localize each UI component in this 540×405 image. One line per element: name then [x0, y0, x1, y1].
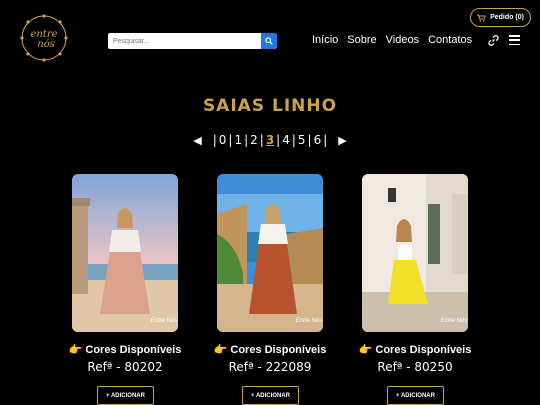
search-button[interactable] [261, 33, 277, 49]
add-to-order-button-1[interactable]: + ADICIONAR [97, 386, 154, 405]
page-title: SAIAS LINHO [202, 96, 338, 116]
product-ref-3: Refª - 80250 [377, 360, 453, 374]
cart-icon [477, 14, 486, 22]
page-link-1[interactable]: 1 [234, 133, 242, 147]
order-button-label: Pedido (0) [490, 14, 524, 21]
product-watermark-3: Entre Nós [441, 318, 468, 324]
hamburger-menu-icon[interactable] [509, 35, 520, 45]
nav-link-videos[interactable]: Videos [386, 34, 419, 46]
product-colors-label-2: 👉 Cores Disponíveis [213, 344, 327, 356]
page-link-5[interactable]: 5 [298, 133, 306, 147]
search-icon [265, 37, 273, 45]
nav-link-contatos[interactable]: Contatos [428, 34, 472, 46]
brand-logo[interactable]: entre nós [18, 12, 70, 64]
product-colors-label-3: 👉 Cores Disponíveis [358, 344, 472, 356]
nav-link-inicio[interactable]: Início [312, 34, 338, 46]
product-colors-label-1: 👉 Cores Disponíveis [68, 344, 182, 356]
product-image-1[interactable]: Entre Nós [72, 174, 178, 332]
pagination-separator: | [228, 133, 233, 147]
page-link-2[interactable]: 2 [250, 133, 258, 147]
pagination-separator: | [244, 133, 249, 147]
add-to-order-button-3[interactable]: + ADICIONAR [387, 386, 444, 405]
next-page-arrow-icon[interactable]: ▶ [338, 134, 346, 147]
main-nav: Início Sobre Videos Contatos [312, 34, 472, 46]
pagination: ◀ | 0 | 1 | 2 | 3 | 4 | 5 | 6 | ▶ [0, 133, 540, 147]
page-link-6[interactable]: 6 [314, 133, 322, 147]
page-link-4[interactable]: 4 [282, 133, 290, 147]
pagination-separator: | [259, 133, 264, 147]
pagination-separator: | [212, 133, 217, 147]
add-to-order-button-2[interactable]: + ADICIONAR [242, 386, 299, 405]
product-image-2[interactable]: Entre Nós [217, 174, 323, 332]
pagination-separator: | [307, 133, 312, 147]
pagination-separator: | [323, 133, 328, 147]
link-icon[interactable] [487, 34, 500, 47]
search-input[interactable] [108, 33, 261, 49]
page-link-0[interactable]: 0 [219, 133, 227, 147]
order-button[interactable]: Pedido (0) [470, 8, 531, 27]
product-watermark-1: Entre Nós [151, 318, 178, 324]
page-link-3-active[interactable]: 3 [266, 133, 274, 147]
pagination-separator: | [276, 133, 281, 147]
pagination-separator: | [291, 133, 296, 147]
product-watermark-2: Entre Nós [296, 318, 323, 324]
nav-link-sobre[interactable]: Sobre [347, 34, 376, 46]
prev-page-arrow-icon[interactable]: ◀ [193, 134, 201, 147]
svg-text:nós: nós [37, 39, 55, 50]
product-ref-2: Refª - 222089 [228, 360, 312, 374]
search-bar [108, 33, 277, 49]
product-image-3[interactable]: Entre Nós [362, 174, 468, 332]
product-ref-1: Refª - 80202 [87, 360, 163, 374]
